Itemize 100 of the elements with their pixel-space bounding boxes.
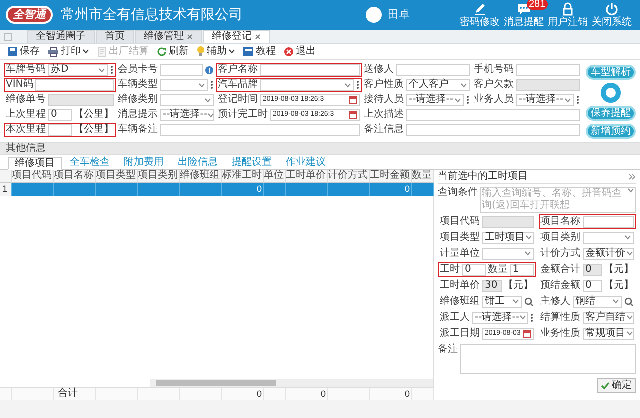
page-tab[interactable]: 全智通圈子 bbox=[27, 30, 95, 43]
readonly-field[interactable]: 30 bbox=[482, 280, 502, 292]
text-field[interactable] bbox=[35, 79, 114, 91]
info-icon[interactable] bbox=[205, 66, 214, 74]
text-area[interactable] bbox=[406, 124, 580, 136]
ring-icon[interactable] bbox=[601, 83, 621, 103]
dropdown[interactable]: 工时项目 bbox=[482, 232, 534, 244]
dropdown[interactable]: 苏D bbox=[48, 64, 108, 76]
field-label: 上次描述 bbox=[364, 109, 404, 121]
dropdown[interactable]: 钢结 bbox=[572, 296, 622, 308]
caret-icon bbox=[626, 251, 632, 256]
dropdown[interactable]: 钳工 bbox=[482, 296, 522, 308]
more-button[interactable] bbox=[356, 80, 360, 90]
caret-icon bbox=[199, 82, 205, 88]
tab[interactable]: 作业建议 bbox=[280, 157, 332, 170]
page-tab[interactable]: 维修登记 bbox=[203, 30, 270, 43]
dropdown[interactable] bbox=[482, 248, 534, 260]
panel-title: 当前选中的工时项目 bbox=[438, 170, 528, 182]
unit-label: 【元】 bbox=[504, 280, 534, 292]
column-header: 工时金额 bbox=[370, 170, 412, 183]
text-area[interactable] bbox=[460, 344, 636, 374]
readonly-field[interactable] bbox=[516, 79, 580, 91]
field-label: 维修班组 bbox=[440, 296, 480, 308]
page-tab[interactable]: 首页 bbox=[96, 30, 134, 43]
header-button[interactable]: 消息提醒 281 bbox=[502, 2, 546, 28]
logo: 全智通 bbox=[6, 6, 53, 24]
dropdown[interactable]: --请选择-- bbox=[406, 94, 464, 106]
search-icon[interactable] bbox=[524, 296, 534, 306]
caret-icon bbox=[99, 68, 105, 72]
calendar-icon[interactable] bbox=[349, 96, 357, 104]
more-button[interactable] bbox=[530, 312, 534, 322]
dropdown[interactable] bbox=[582, 232, 634, 244]
text-field[interactable]: 0 bbox=[582, 280, 602, 292]
close-icon[interactable] bbox=[255, 34, 261, 40]
caret-icon bbox=[626, 331, 632, 336]
column-header: 项目代码 bbox=[12, 170, 54, 183]
search-icon[interactable] bbox=[624, 296, 634, 306]
more-button[interactable] bbox=[576, 95, 580, 105]
close-icon[interactable] bbox=[187, 34, 193, 40]
field-label: 计量单位 bbox=[440, 248, 480, 260]
column-header: 计价方式 bbox=[328, 170, 370, 183]
caret-icon bbox=[524, 251, 530, 256]
tab[interactable]: 出险信息 bbox=[172, 157, 224, 170]
scrollbar[interactable] bbox=[150, 379, 433, 387]
tab[interactable]: 维修项目 bbox=[8, 157, 62, 170]
caret-icon bbox=[520, 315, 526, 320]
text-field[interactable] bbox=[582, 216, 634, 228]
save-icon bbox=[8, 46, 18, 56]
dropdown[interactable]: --请选择-- bbox=[516, 94, 574, 106]
confirm-button[interactable]: 确定 bbox=[597, 378, 636, 393]
toolbar-button[interactable]: 保存 bbox=[8, 46, 40, 58]
calendar-icon[interactable] bbox=[522, 330, 530, 338]
header-button[interactable]: 密码修改 bbox=[458, 2, 502, 28]
tab[interactable]: 全车检查 bbox=[64, 157, 116, 170]
header-button[interactable]: 关闭系统 bbox=[590, 2, 634, 28]
text-field[interactable]: 1 bbox=[510, 264, 534, 276]
readonly-field[interactable] bbox=[48, 94, 114, 106]
header-button[interactable]: 用户注销 bbox=[546, 2, 590, 28]
field-label: 项目名称 bbox=[540, 216, 580, 228]
toolbar-button[interactable]: 退出 bbox=[284, 46, 316, 58]
text-field[interactable] bbox=[516, 64, 580, 76]
readonly-field[interactable]: 0 bbox=[582, 264, 602, 276]
text-field[interactable]: 0 bbox=[462, 264, 486, 276]
field-label: 项目类型 bbox=[440, 232, 480, 244]
lock-icon bbox=[561, 2, 575, 16]
caret-icon bbox=[626, 315, 632, 320]
field-label: 数量 bbox=[488, 264, 508, 276]
field-label: 车辆备注 bbox=[118, 124, 158, 136]
dropdown[interactable]: 金额计价 bbox=[582, 248, 634, 260]
collapse-icon[interactable] bbox=[629, 174, 636, 180]
dropdown[interactable]: 常规项目 bbox=[582, 328, 634, 340]
toolbar-button[interactable]: 刷新 bbox=[157, 46, 189, 58]
field-label: 金额合计 bbox=[540, 264, 580, 276]
more-button[interactable] bbox=[210, 80, 214, 90]
dropdown[interactable]: --请选择-- bbox=[472, 312, 528, 324]
calendar-icon[interactable] bbox=[349, 111, 357, 119]
text-field[interactable] bbox=[396, 64, 470, 76]
page-tab[interactable]: 维修管理 bbox=[135, 30, 202, 43]
tab[interactable]: 附加费用 bbox=[118, 157, 170, 170]
toolbar-button[interactable]: 打印 bbox=[48, 46, 89, 58]
field-label: 结算性质 bbox=[540, 312, 580, 324]
toolbar-button[interactable]: 辅助 bbox=[197, 46, 235, 58]
field-label: 维修类别 bbox=[118, 94, 158, 106]
text-field[interactable]: 0 bbox=[48, 109, 72, 121]
text-field[interactable] bbox=[260, 64, 360, 76]
section-title: 其他信息 bbox=[0, 142, 640, 155]
table-row[interactable]: 1 0 0 bbox=[0, 183, 433, 196]
text-field[interactable] bbox=[48, 124, 72, 136]
dropdown[interactable]: --请选择-- bbox=[160, 109, 214, 121]
readonly-field[interactable] bbox=[482, 216, 534, 228]
toolbar-button[interactable]: 教程 bbox=[243, 46, 276, 58]
dropdown[interactable]: 个人客户 bbox=[406, 79, 470, 91]
exit-icon bbox=[284, 46, 294, 56]
tab[interactable]: 提醒设置 bbox=[226, 157, 278, 170]
dropdown[interactable]: 客户自结 bbox=[582, 312, 634, 324]
text-field[interactable] bbox=[160, 64, 203, 76]
more-button[interactable] bbox=[110, 65, 114, 75]
field-label: 送修人 bbox=[364, 64, 394, 76]
more-button[interactable] bbox=[466, 95, 470, 105]
text-area[interactable] bbox=[160, 124, 360, 136]
